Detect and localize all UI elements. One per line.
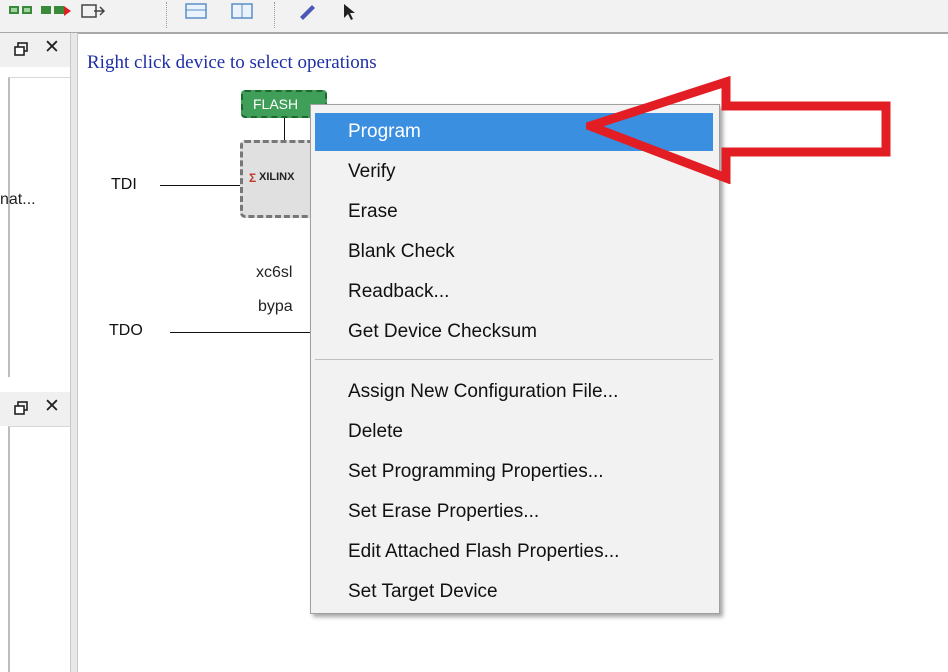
tdo-wire [170, 332, 312, 333]
flash-label: FLASH [253, 96, 299, 112]
split-icon[interactable] [230, 2, 256, 20]
left-panel-bottom: ✕ [0, 392, 70, 672]
close-icon[interactable]: ✕ [44, 395, 60, 419]
menu-item-set-target-device[interactable]: Set Target Device [315, 573, 713, 611]
xilinx-logo-icon: Σ [249, 171, 257, 185]
menu-separator [315, 359, 713, 360]
toolbar-separator [166, 2, 167, 28]
tdi-label: TDI [111, 176, 137, 193]
menu-item-delete[interactable]: Delete [315, 413, 713, 451]
layout-icon[interactable] [184, 2, 210, 20]
toolbar [0, 0, 948, 34]
menu-item-blank-check[interactable]: Blank Check [315, 233, 713, 271]
menu-item-readback[interactable]: Readback... [315, 273, 713, 311]
menu-item-erase[interactable]: Erase [315, 193, 713, 231]
panel-body [8, 77, 70, 377]
chain-add-icon[interactable] [8, 2, 34, 20]
device-name: xc6sl [256, 264, 293, 281]
panel-body [8, 426, 70, 672]
tdi-wire [160, 185, 240, 186]
edit-icon[interactable] [296, 2, 320, 20]
xilinx-logo-text: XILINX [259, 171, 295, 183]
menu-item-set-programming-properties[interactable]: Set Programming Properties... [315, 453, 713, 491]
tdo-label: TDO [109, 322, 143, 339]
restore-icon[interactable] [14, 401, 28, 415]
chain-remove-icon[interactable] [40, 2, 72, 20]
export-icon[interactable] [80, 2, 106, 20]
panel-header: ✕ [0, 392, 70, 426]
menu-item-assign-new-configuration-file[interactable]: Assign New Configuration File... [315, 373, 713, 411]
menu-item-edit-attached-flash-properties[interactable]: Edit Attached Flash Properties... [315, 533, 713, 571]
menu-item-get-device-checksum[interactable]: Get Device Checksum [315, 313, 713, 351]
close-icon[interactable]: ✕ [44, 36, 60, 60]
canvas-instructions: Right click device to select operations [87, 52, 377, 73]
red-arrow-annotation-icon [586, 76, 891, 184]
panel-item-text[interactable]: nat... [0, 191, 36, 209]
pointer-icon[interactable] [340, 2, 364, 20]
menu-item-set-erase-properties[interactable]: Set Erase Properties... [315, 493, 713, 531]
flash-wire [284, 118, 285, 140]
device-mode: bypa [258, 298, 293, 315]
restore-icon[interactable] [14, 42, 28, 56]
panel-header: ✕ [0, 33, 70, 67]
toolbar-separator [274, 2, 275, 28]
splitter[interactable] [70, 33, 78, 672]
left-panel-top: ✕ nat... [0, 33, 70, 385]
